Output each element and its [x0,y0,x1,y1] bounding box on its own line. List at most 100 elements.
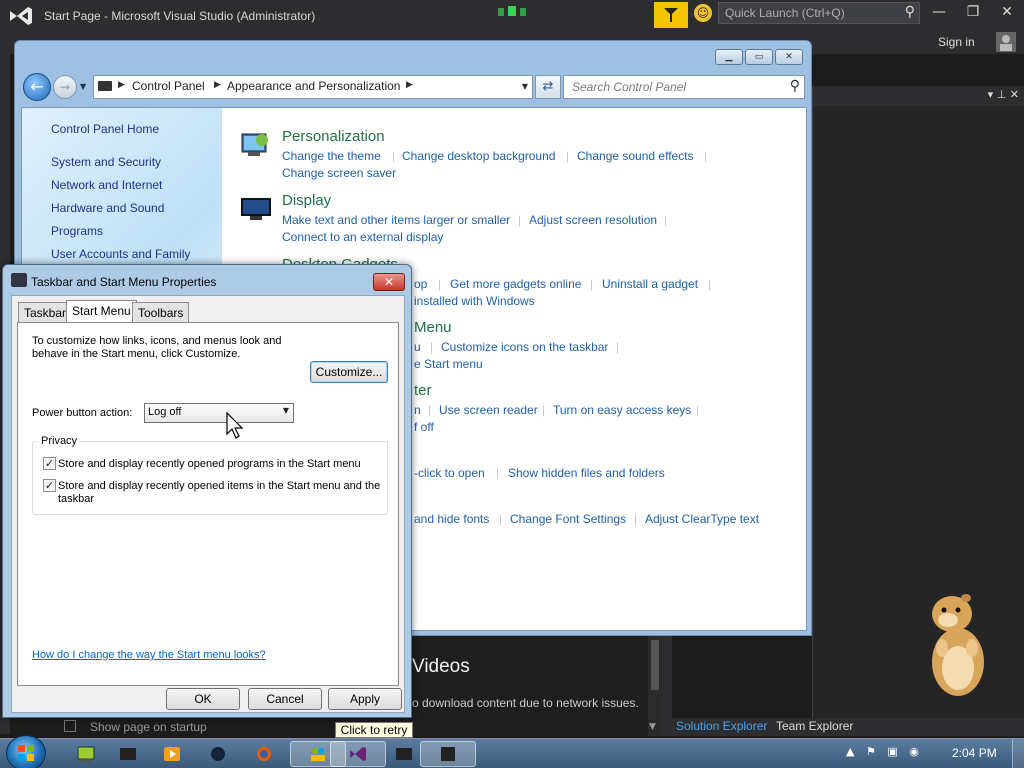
start-button-icon[interactable] [6,735,46,768]
link-ease-partial-2[interactable]: f off [414,420,434,434]
link-change-theme[interactable]: Change the theme [282,149,381,163]
close-icon[interactable]: ✕ [373,273,405,291]
scroll-down-arrow-icon[interactable]: ▼ [649,722,656,732]
close-icon[interactable]: ✕ [994,4,1020,20]
taskbar-start-menu-title[interactable]: Menu [414,319,452,336]
link-hide-fonts[interactable]: and hide fonts [414,512,489,526]
maximize-icon[interactable]: ▭ [745,49,773,65]
taskbar-properties-icon [11,273,27,287]
recent-items-label[interactable]: Store and display recently opened items … [58,480,388,506]
link-gadgets-partial[interactable]: op [414,277,427,291]
tab-start-menu[interactable]: Start Menu [66,300,137,323]
feedback-smiley-icon[interactable]: ☺ [694,4,712,22]
dialog-title: Taskbar and Start Menu Properties [31,275,217,289]
power-button-value: Log off [148,406,182,418]
power-button-action-select[interactable]: Log off ▼ [144,403,294,423]
link-get-more-gadgets[interactable]: Get more gadgets online [450,277,581,291]
chevron-right-icon[interactable]: ▶ [118,80,125,90]
sidebar-item-user-accounts[interactable]: User Accounts and Family [51,247,190,261]
separator: | [438,277,442,291]
chevron-right-icon[interactable]: ▶ [406,80,413,90]
customize-button[interactable]: Customize... [310,361,388,383]
address-bar[interactable]: ▶ Control Panel ▶ Appearance and Persona… [93,75,533,99]
computer-icon [98,81,112,91]
link-use-screen-reader[interactable]: Use screen reader [439,403,538,417]
address-dropdown-icon[interactable]: ▼ [522,82,528,91]
link-change-sound[interactable]: Change sound effects [577,149,694,163]
close-icon[interactable]: ✕ [775,49,803,65]
search-control-panel-input[interactable]: Search Control Panel ⚲ [563,75,805,99]
category-display: Display Make text and other items larger… [240,192,780,244]
show-startup-checkbox[interactable] [64,720,76,732]
taskbar-firefox-icon[interactable] [236,741,292,767]
sidebar-item-network[interactable]: Network and Internet [51,178,162,192]
ok-button[interactable]: OK [166,688,240,710]
tray-expand-icon[interactable]: ▲ [846,745,854,758]
link-adjust-resolution[interactable]: Adjust screen resolution [529,213,657,227]
tray-volume-icon[interactable]: ◉ [909,745,919,758]
link-change-screen-saver[interactable]: Change screen saver [282,166,396,180]
personalization-title[interactable]: Personalization [282,128,385,145]
link-uninstall-gadget[interactable]: Uninstall a gadget [602,277,698,291]
tab-taskbar[interactable]: Taskbar [18,302,73,322]
link-adjust-cleartype[interactable]: Adjust ClearType text [645,512,759,526]
recent-programs-checkbox[interactable]: ✓ [43,457,56,470]
cancel-button[interactable]: Cancel [248,688,322,710]
link-installed-with-windows[interactable]: installed with Windows [414,294,535,308]
separator: | [499,512,503,526]
chevron-right-icon[interactable]: ▶ [214,80,221,90]
back-arrow-icon[interactable]: ← [23,73,51,101]
minimize-icon[interactable]: — [926,4,952,20]
sidebar-item-home[interactable]: Control Panel Home [51,122,159,136]
search-icon[interactable]: ⚲ [790,78,800,94]
link-font-settings[interactable]: Change Font Settings [510,512,626,526]
link-ease-partial[interactable]: n [414,403,421,417]
account-avatar-icon[interactable] [996,32,1016,52]
refresh-icon[interactable]: ⇄ [535,75,561,99]
show-startup-label: Show page on startup [90,720,207,734]
link-customize-taskbar-icons[interactable]: Customize icons on the taskbar [441,340,608,354]
feedback-flag-icon[interactable] [654,2,688,28]
system-tray: ▲ ⚑ ▣ ◉ [846,745,940,763]
breadcrumb-appearance[interactable]: Appearance and Personalization [227,79,400,93]
search-placeholder: Search Control Panel [572,80,687,94]
restore-icon[interactable]: ❐ [960,4,986,20]
forward-arrow-icon[interactable]: → [53,75,77,99]
display-title[interactable]: Display [282,192,331,209]
recent-items-checkbox[interactable]: ✓ [43,479,56,492]
link-change-background[interactable]: Change desktop background [402,149,555,163]
recent-pages-dropdown-icon[interactable]: ▼ [80,82,86,91]
tab-team-explorer[interactable]: Team Explorer [776,719,853,733]
start-menu-help-link[interactable]: How do I change the way the Start menu l… [32,649,266,661]
scrollbar-thumb[interactable] [651,640,659,690]
taskbar-properties-dialog-icon[interactable] [420,741,476,767]
tab-toolbars[interactable]: Toolbars [132,302,190,322]
sidebar-item-hardware[interactable]: Hardware and Sound [51,201,164,215]
sidebar-item-system-security[interactable]: System and Security [51,155,161,169]
apply-button[interactable]: Apply [328,688,402,710]
link-easy-access-keys[interactable]: Turn on easy access keys [553,403,691,417]
minimize-icon[interactable]: ▁ [715,49,743,65]
notification-icon[interactable] [496,4,528,18]
link-start-menu-partial[interactable]: e Start menu [414,357,483,371]
taskbar-clock[interactable]: 2:04 PM [952,746,997,760]
link-external-display[interactable]: Connect to an external display [282,230,443,244]
show-desktop-button[interactable] [1012,739,1024,768]
ease-of-access-title[interactable]: ter [414,382,432,399]
link-make-text-larger[interactable]: Make text and other items larger or smal… [282,213,510,227]
power-button-label: Power button action: [32,407,133,419]
panel-pin-close-icon[interactable]: ▾ ⊥ ✕ [988,88,1019,101]
quick-launch-input[interactable]: Quick Launch (Ctrl+Q) ⚲ [718,2,920,24]
link-show-hidden-files[interactable]: Show hidden files and folders [508,466,665,480]
tab-solution-explorer[interactable]: Solution Explorer [676,719,767,733]
sign-in-link[interactable]: Sign in [938,35,975,49]
link-click-to-open[interactable]: -click to open [414,466,485,480]
tray-action-center-icon[interactable]: ⚑ [866,745,876,758]
network-error-text: o download content due to network issues… [412,696,639,710]
tray-network-icon[interactable]: ▣ [887,745,897,758]
link-taskbar-partial[interactable]: u [414,340,421,354]
recent-programs-label[interactable]: Store and display recently opened progra… [58,458,388,471]
sidebar-item-programs[interactable]: Programs [51,224,103,238]
chevron-down-icon: ▼ [282,406,289,415]
breadcrumb-control-panel[interactable]: Control Panel [132,79,205,93]
